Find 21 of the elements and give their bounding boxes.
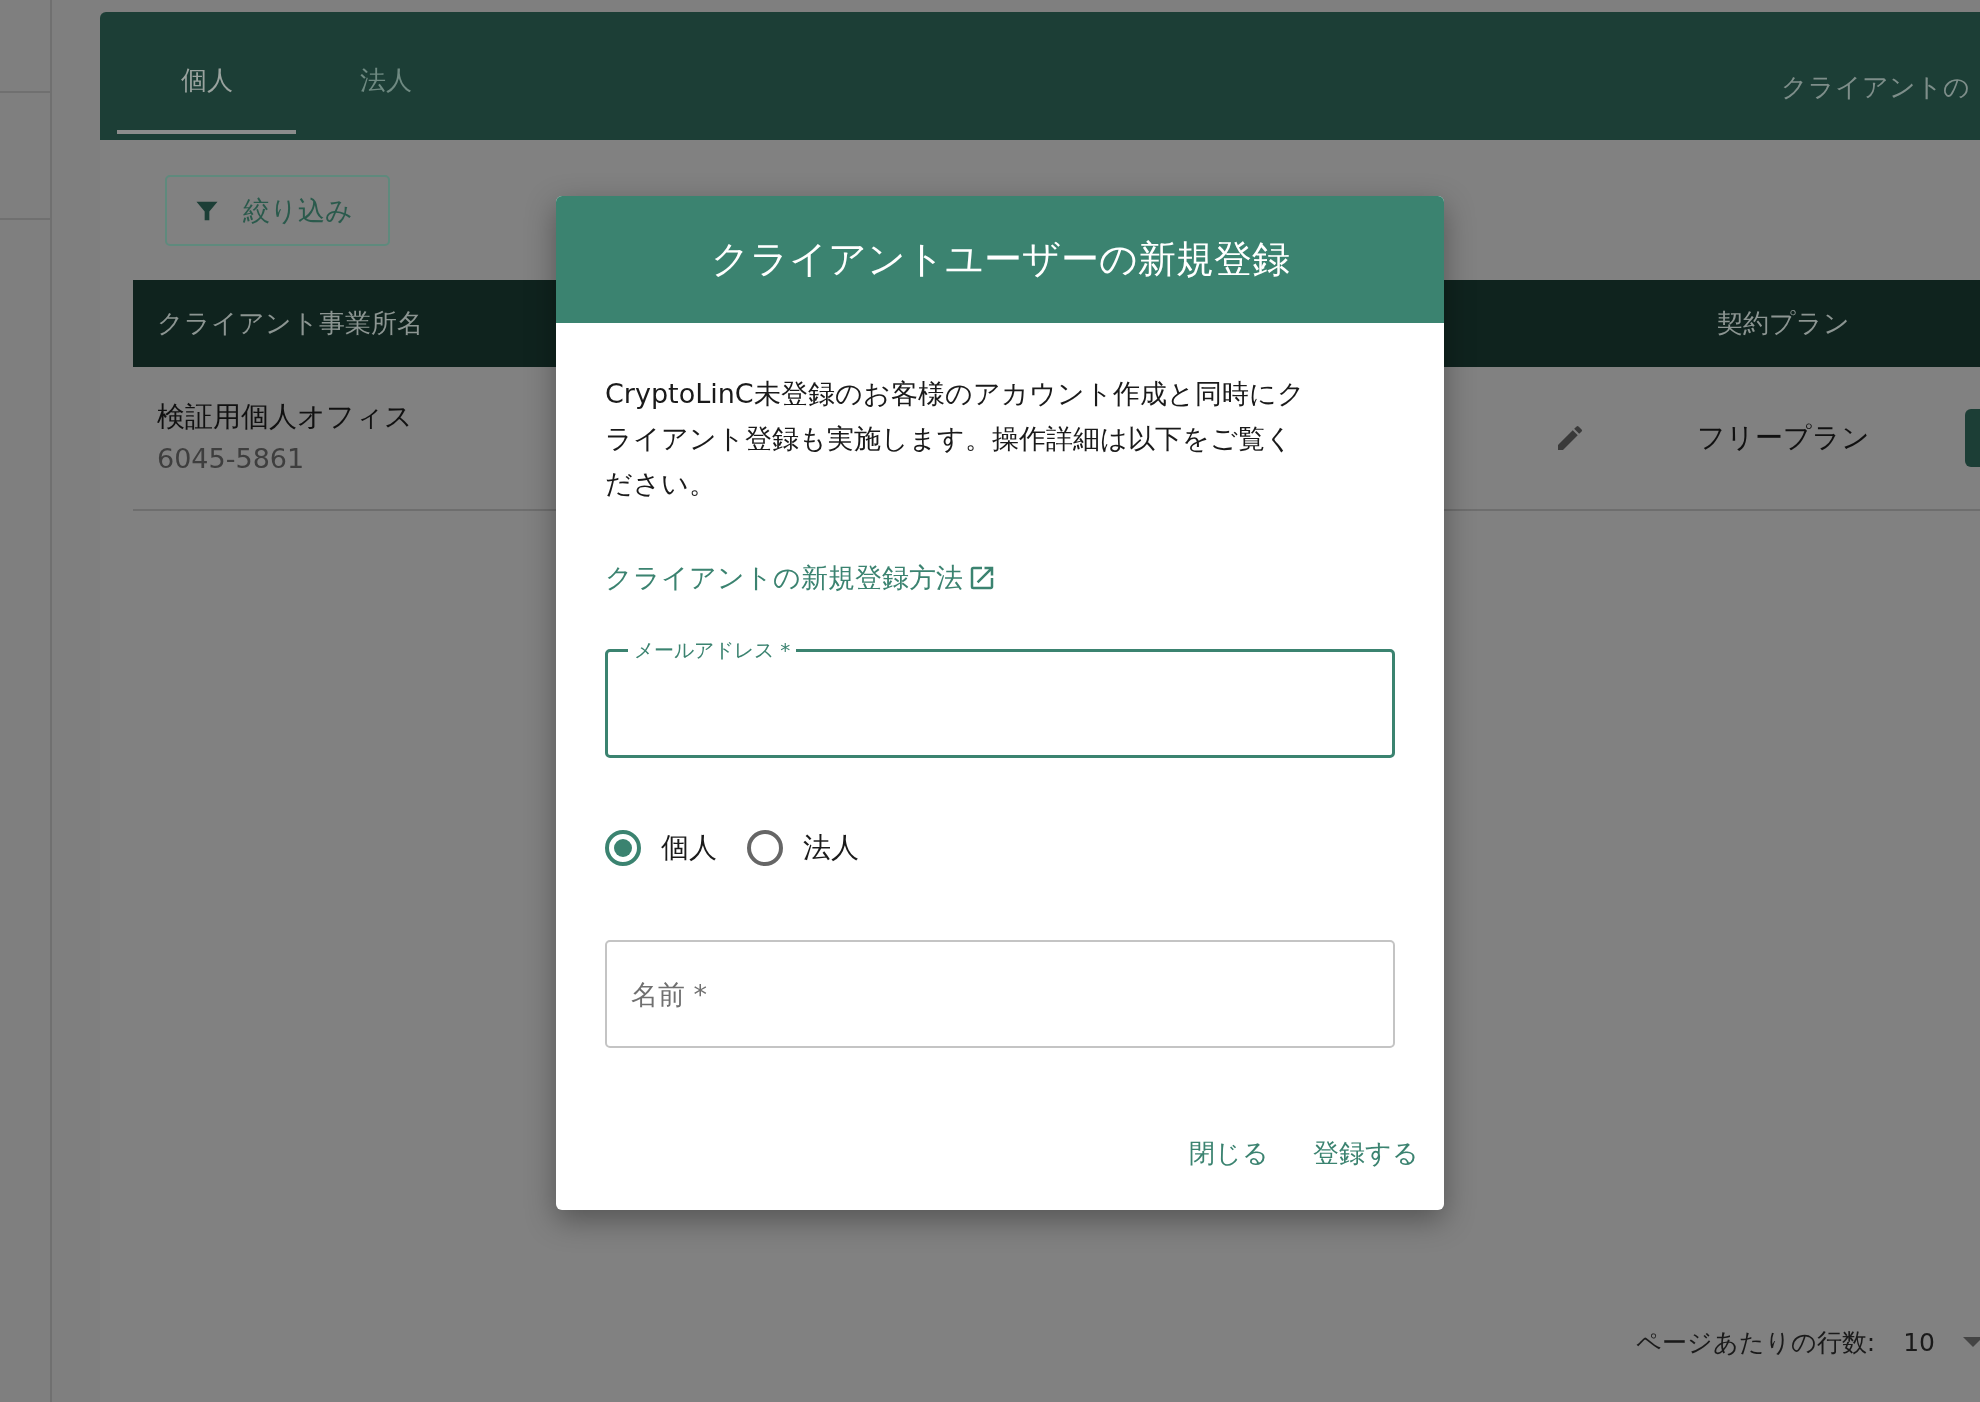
tab[interactable]: 個人 xyxy=(117,30,296,134)
table-cell-text: 検証用個人オフィス xyxy=(157,399,414,435)
header-link[interactable]: クライアントの xyxy=(1781,70,1970,105)
radio-button[interactable] xyxy=(747,830,783,866)
table-cell-text: フリープラン xyxy=(1696,420,1870,456)
help-link[interactable]: クライアントの新規登録方法 xyxy=(605,560,997,596)
rows-per-page-select[interactable]: 10 xyxy=(1903,1327,1935,1357)
dialog-button[interactable]: 閉じる xyxy=(1179,1128,1279,1179)
dialog-title: クライアントユーザーの新規登録 xyxy=(710,236,1290,283)
radio-label[interactable]: 法人 xyxy=(803,829,859,867)
column-header: クライアント事業所名 xyxy=(156,307,424,340)
rows-per-page-label: ページあたりの行数: xyxy=(1635,1326,1876,1359)
caret-icon[interactable] xyxy=(1963,1337,1980,1347)
table-cell-text: 6045-5861 xyxy=(157,442,306,476)
radio-label[interactable]: 個人 xyxy=(661,829,717,867)
description-text: CryptoLinC未登録のお客様のアカウント作成と同時にクライアント登録も実施します。操作詳細は以下をご覧ください。 xyxy=(605,377,1306,501)
radio-button[interactable] xyxy=(605,830,641,866)
tab[interactable]: 法人 xyxy=(296,30,475,134)
name-field[interactable]: 名前 * xyxy=(605,940,1395,1048)
column-header: 契約プラン xyxy=(1715,307,1851,340)
dialog-button[interactable]: 登録する xyxy=(1303,1128,1429,1179)
